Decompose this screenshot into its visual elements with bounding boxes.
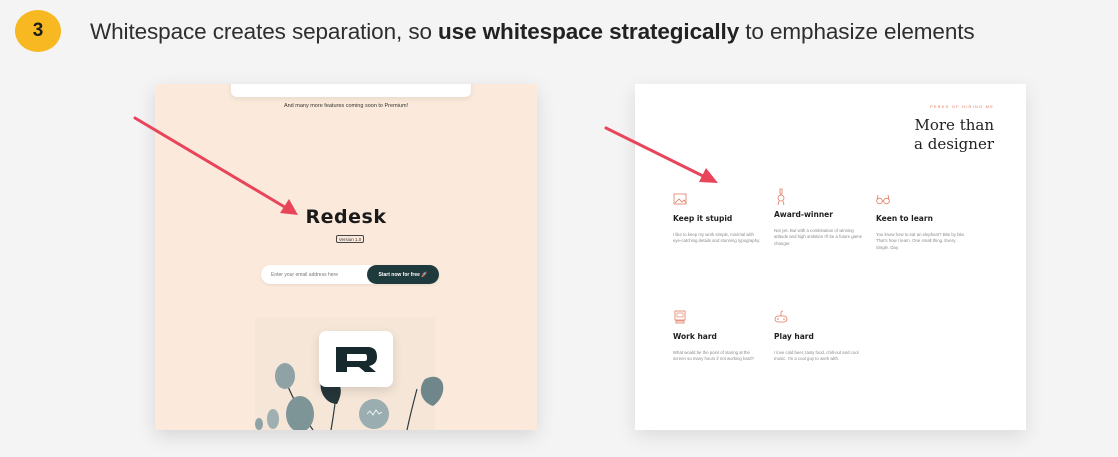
computer-icon bbox=[674, 310, 686, 324]
feature-title: Play hard bbox=[774, 332, 814, 341]
redesk-landing-screenshot: And many more features coming soon to Pr… bbox=[155, 84, 537, 430]
feature-description: I love cold beer, tasty food, chill-out … bbox=[774, 350, 859, 362]
feature-description: You know how to eat an elephant? Bite by… bbox=[876, 232, 966, 250]
heading-line-2: a designer bbox=[914, 135, 994, 153]
feature-title: Keen to learn bbox=[876, 214, 933, 223]
redesk-logo-card bbox=[319, 331, 393, 387]
image-icon bbox=[673, 193, 687, 205]
gamepad-icon bbox=[774, 310, 788, 323]
feature-play-hard: Play hard I love cold beer, tasty food, … bbox=[774, 310, 864, 363]
portfolio-perks-screenshot: PERKS OF HIRING ME More than a designer … bbox=[635, 84, 1026, 430]
heading-line-1: More than bbox=[914, 116, 995, 134]
section-eyebrow: PERKS OF HIRING ME bbox=[929, 104, 994, 109]
feature-description: What would be the point of staring at th… bbox=[673, 350, 754, 362]
headline-suffix: to emphasize elements bbox=[739, 19, 975, 44]
step-number-badge: 3 bbox=[15, 10, 61, 52]
section-heading: More than a designer bbox=[794, 116, 994, 154]
feature-title: Work hard bbox=[673, 332, 717, 341]
feature-keen-to-learn: Keen to learn You know how to eat an ele… bbox=[876, 192, 966, 251]
feature-title: Award-winner bbox=[774, 210, 833, 219]
feature-description: Not yet. But with a combination of winni… bbox=[774, 228, 863, 246]
feature-award-winner: Award-winner Not yet. But with a combina… bbox=[774, 188, 864, 247]
feature-title: Keep it stupid bbox=[673, 214, 733, 223]
glasses-icon bbox=[876, 194, 890, 205]
award-icon bbox=[777, 188, 785, 206]
feature-description: I like to keep my work simple, minimal w… bbox=[673, 232, 761, 244]
headline-emphasis: use whitespace strategically bbox=[438, 19, 740, 44]
redesk-logo-icon bbox=[336, 347, 377, 372]
slide-headline: Whitespace creates separation, so use wh… bbox=[90, 19, 975, 45]
feature-work-hard: Work hard What would be the point of sta… bbox=[673, 310, 763, 363]
headline-prefix: Whitespace creates separation, so bbox=[90, 19, 439, 44]
feature-keep-it-stupid: Keep it stupid I like to keep my work si… bbox=[673, 192, 763, 245]
